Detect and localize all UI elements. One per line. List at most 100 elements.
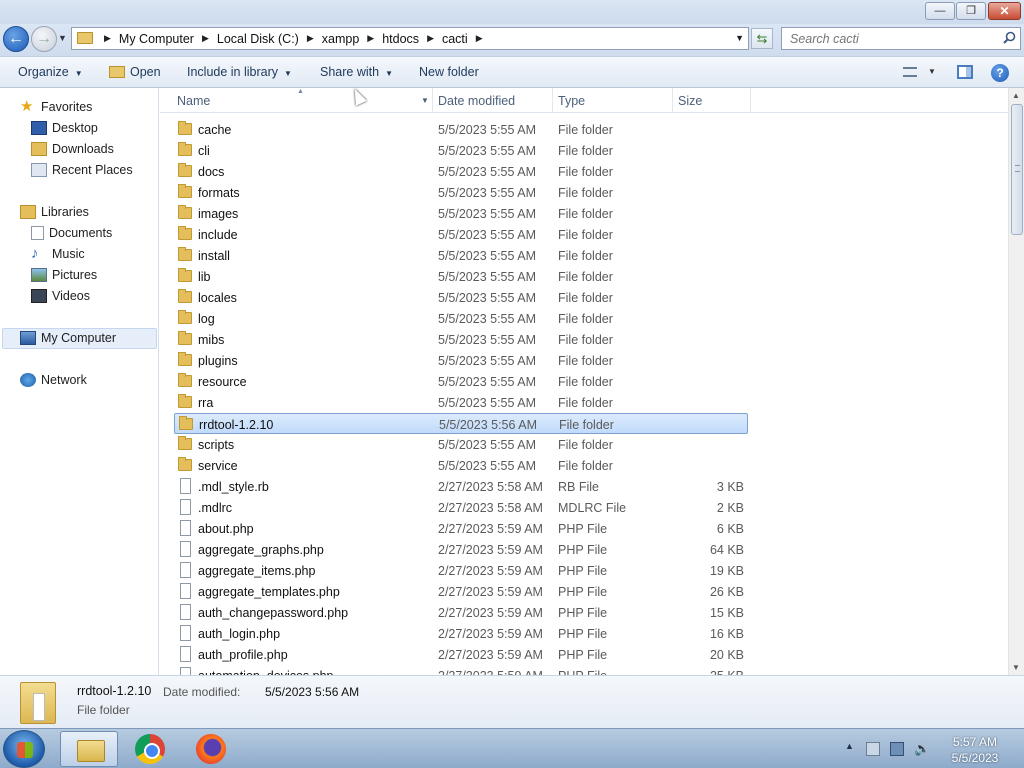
file-row[interactable]: .mdlrc 2/27/2023 5:58 AM MDLRC File 2 KB <box>174 497 748 518</box>
breadcrumb-separator-icon[interactable]: ▶ <box>427 33 434 44</box>
chevron-down-icon[interactable]: ▼ <box>421 96 429 105</box>
new-folder-button[interactable]: New folder <box>419 65 479 79</box>
nav-item-pictures[interactable]: Pictures <box>31 265 97 285</box>
search-icon[interactable] <box>1003 31 1016 44</box>
breadcrumb-separator-icon[interactable]: ▶ <box>476 33 483 44</box>
nav-item-documents[interactable]: Documents <box>31 223 112 243</box>
folder-row[interactable]: scripts 5/5/2023 5:55 AM File folder <box>174 434 748 455</box>
nav-item-libraries[interactable]: Libraries <box>20 202 89 222</box>
folder-row[interactable]: cache 5/5/2023 5:55 AM File folder <box>174 119 748 140</box>
folder-row[interactable]: lib 5/5/2023 5:55 AM File folder <box>174 266 748 287</box>
folder-row[interactable]: mibs 5/5/2023 5:55 AM File folder <box>174 329 748 350</box>
folder-row[interactable]: resource 5/5/2023 5:55 AM File folder <box>174 371 748 392</box>
help-icon[interactable]: ? <box>991 64 1009 82</box>
show-hidden-icons-icon[interactable]: ▲ <box>845 741 854 751</box>
view-icon[interactable] <box>903 67 917 77</box>
organize-button[interactable]: Organize ▼ <box>18 65 83 79</box>
recent-pages-dropdown[interactable]: ▼ <box>58 33 67 43</box>
maximize-button[interactable]: ❐ <box>956 2 986 20</box>
folder-row[interactable]: service 5/5/2023 5:55 AM File folder <box>174 455 748 476</box>
share-with-button[interactable]: Share with ▼ <box>320 65 393 79</box>
file-row[interactable]: .mdl_style.rb 2/27/2023 5:58 AM RB File 3 K… <box>174 476 748 497</box>
scroll-up-icon[interactable]: ▲ <box>1012 91 1020 100</box>
nav-item-downloads[interactable]: Downloads <box>31 139 114 159</box>
column-divider[interactable] <box>432 88 433 112</box>
address-dropdown-icon[interactable]: ▼ <box>735 33 744 43</box>
back-arrow-icon: ← <box>8 30 24 47</box>
folder-row[interactable]: install 5/5/2023 5:55 AM File folder <box>174 245 748 266</box>
nav-item-music[interactable]: ♪ Music <box>31 244 85 264</box>
folder-row[interactable]: include 5/5/2023 5:55 AM File folder <box>174 224 748 245</box>
folder-row[interactable]: cli 5/5/2023 5:55 AM File folder <box>174 140 748 161</box>
folder-icon <box>178 331 192 345</box>
file-row[interactable]: automation_devices.php2/27/2023 5:59 AMP… <box>174 665 748 675</box>
folder-icon <box>178 268 192 282</box>
scroll-down-icon[interactable]: ▼ <box>1012 663 1020 672</box>
folder-row[interactable]: plugins 5/5/2023 5:55 AM File folder <box>174 350 748 371</box>
column-header-type[interactable]: Type <box>558 94 585 108</box>
nav-item-my-computer[interactable]: My Computer <box>20 328 116 348</box>
folder-row[interactable]: log 5/5/2023 5:55 AM File folder <box>174 308 748 329</box>
taskbar-firefox[interactable] <box>182 731 240 767</box>
nav-item-videos[interactable]: Videos <box>31 286 90 306</box>
breadcrumb-xampp[interactable]: xampp <box>322 32 360 46</box>
action-center-icon[interactable] <box>866 742 880 756</box>
close-button[interactable]: ✕ <box>988 2 1021 20</box>
breadcrumb-my-computer[interactable]: My Computer <box>119 32 194 46</box>
column-header-name[interactable]: Name <box>177 94 210 108</box>
volume-icon[interactable]: 🔊 <box>914 742 930 756</box>
column-divider[interactable] <box>750 88 751 112</box>
folder-row[interactable]: docs 5/5/2023 5:55 AM File folder <box>174 161 748 182</box>
back-button[interactable]: ← <box>3 26 29 52</box>
column-divider[interactable] <box>552 88 553 112</box>
file-row[interactable]: aggregate_templates.php 2/27/2023 5:59 AM… <box>174 581 748 602</box>
view-options-dropdown[interactable]: ▼ <box>928 67 936 76</box>
file-icon <box>180 583 191 599</box>
nav-item-network[interactable]: Network <box>20 370 87 390</box>
file-row[interactable]: auth_changepassword.php 2/27/2023 5:59 AM… <box>174 602 748 623</box>
nav-item-desktop[interactable]: Desktop <box>31 118 98 138</box>
column-divider[interactable] <box>672 88 673 112</box>
minimize-button[interactable]: — <box>925 2 955 20</box>
breadcrumb-cacti[interactable]: cacti <box>442 32 468 46</box>
preview-pane-icon[interactable] <box>957 65 973 79</box>
folder-row[interactable]: rra 5/5/2023 5:55 AM File folder <box>174 392 748 413</box>
refresh-button[interactable]: ⇆ <box>751 28 773 49</box>
file-row[interactable]: aggregate_items.php 2/27/2023 5:59 AM PHP … <box>174 560 748 581</box>
folder-row[interactable]: rrdtool-1.2.10 5/5/2023 5:56 AM File folde… <box>174 413 748 434</box>
vertical-scrollbar[interactable]: ▲ ▼ <box>1008 88 1024 675</box>
address-bar[interactable]: ▶ My Computer ▶ Local Disk (C:) ▶ xampp … <box>71 27 749 50</box>
folder-icon <box>178 184 192 198</box>
breadcrumb-htdocs[interactable]: htdocs <box>382 32 419 46</box>
breadcrumb-separator-icon[interactable]: ▶ <box>104 33 111 44</box>
network-status-icon[interactable] <box>890 742 904 756</box>
open-button[interactable]: Open <box>109 65 161 79</box>
nav-item-favorites[interactable]: ★ Favorites <box>20 97 92 117</box>
forward-button[interactable]: → <box>31 26 57 52</box>
windows-logo-icon[interactable] <box>3 730 45 768</box>
column-header-size[interactable]: Size <box>678 94 702 108</box>
scrollbar-thumb[interactable] <box>1011 104 1023 235</box>
include-in-library-button[interactable]: Include in library ▼ <box>187 65 292 79</box>
breadcrumb-separator-icon[interactable]: ▶ <box>307 33 314 44</box>
nav-item-recent-places[interactable]: Recent Places <box>31 160 133 180</box>
file-row[interactable]: auth_profile.php 2/27/2023 5:59 AM PHP Fil… <box>174 644 748 665</box>
column-header-date[interactable]: Date modified <box>438 94 515 108</box>
breadcrumb-local-disk[interactable]: Local Disk (C:) <box>217 32 299 46</box>
breadcrumb-separator-icon[interactable]: ▶ <box>367 33 374 44</box>
file-row[interactable]: auth_login.php 2/27/2023 5:59 AM PHP File 1… <box>174 623 748 644</box>
new-folder-label: New folder <box>419 65 479 79</box>
taskbar-explorer[interactable] <box>60 731 118 767</box>
open-label: Open <box>130 65 161 79</box>
cell-size: 26 KB <box>709 585 744 599</box>
folder-row[interactable]: images 5/5/2023 5:55 AM File folder <box>174 203 748 224</box>
cell-date: 5/5/2023 5:55 AM <box>438 165 536 179</box>
file-row[interactable]: aggregate_graphs.php 2/27/2023 5:59 AM PHP… <box>174 539 748 560</box>
search-input[interactable] <box>782 28 982 49</box>
system-clock[interactable]: 5:57 AM 5/5/2023 <box>940 734 1010 766</box>
folder-row[interactable]: locales 5/5/2023 5:55 AM File folder <box>174 287 748 308</box>
file-row[interactable]: about.php 2/27/2023 5:59 AM PHP File 6 KB <box>174 518 748 539</box>
taskbar-chrome[interactable] <box>121 731 179 767</box>
folder-row[interactable]: formats 5/5/2023 5:55 AM File folder <box>174 182 748 203</box>
breadcrumb-separator-icon[interactable]: ▶ <box>202 33 209 44</box>
